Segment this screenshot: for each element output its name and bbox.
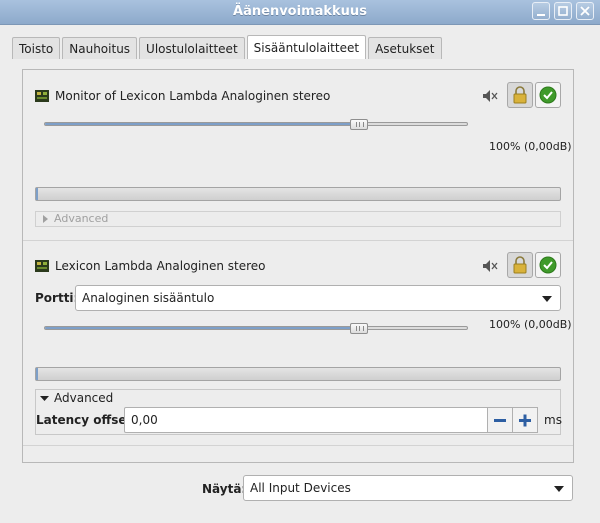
set-default-button[interactable]: [535, 82, 561, 108]
latency-offset-label: Latency offset:: [36, 413, 138, 427]
tab-playback[interactable]: Toisto: [12, 37, 61, 59]
lock-icon: [513, 256, 527, 274]
minimize-button[interactable]: [532, 2, 550, 20]
show-label: Näytä:: [202, 482, 247, 496]
latency-offset-input[interactable]: 0,00: [124, 407, 488, 433]
close-button[interactable]: [576, 2, 594, 20]
volume-slider[interactable]: [44, 119, 468, 130]
advanced-section: Advanced Latency offset: 0,00 ms: [35, 389, 562, 435]
device-name: Lexicon Lambda Analoginen stereo: [55, 259, 266, 273]
volume-slider-thumb[interactable]: [349, 119, 368, 130]
lock-channels-button[interactable]: [507, 82, 533, 108]
device-row-monitor: Monitor of Lexicon Lambda Analoginen ste…: [23, 70, 573, 227]
peak-meter: [35, 187, 561, 201]
volume-slider-thumb[interactable]: [349, 323, 368, 334]
volume-slider-fill: [45, 123, 359, 125]
minus-icon: [494, 419, 506, 422]
increase-latency-button[interactable]: [512, 407, 538, 433]
advanced-expander[interactable]: Advanced: [36, 390, 136, 406]
device-list-panel: Monitor of Lexicon Lambda Analoginen ste…: [22, 69, 574, 463]
maximize-button[interactable]: [554, 2, 572, 20]
window-title: Äänenvoimakkuus: [233, 4, 367, 19]
minimize-icon: [537, 14, 545, 16]
peak-meter-level: [36, 188, 38, 200]
tab-recording[interactable]: Nauhoitus: [62, 37, 138, 59]
tab-bar: Toisto Nauhoitus Ulostulolaitteet Sisään…: [12, 35, 444, 59]
volume-value-label: 100% (0,00dB): [489, 140, 572, 153]
tab-configuration[interactable]: Asetukset: [368, 37, 442, 59]
device-row-lexicon: Lexicon Lambda Analoginen stereo Portti:: [23, 240, 573, 460]
advanced-label: Advanced: [54, 212, 109, 225]
mute-speaker-icon[interactable]: [482, 259, 498, 273]
lock-channels-button[interactable]: [507, 252, 533, 278]
main-window: Toisto Nauhoitus Ulostulolaitteet Sisään…: [0, 25, 600, 523]
chevron-down-icon: [542, 296, 552, 302]
port-select-value: Analoginen sisääntulo: [82, 291, 215, 305]
tab-output-devices[interactable]: Ulostulolaitteet: [139, 37, 245, 59]
plus-icon: [519, 414, 531, 427]
show-devices-value: All Input Devices: [250, 481, 351, 495]
port-select[interactable]: Analoginen sisääntulo: [75, 285, 561, 311]
advanced-expander[interactable]: Advanced: [35, 211, 561, 227]
peak-meter: [35, 367, 561, 381]
latency-unit: ms: [544, 413, 562, 427]
chevron-down-icon: [554, 486, 564, 492]
volume-value-label: 100% (0,00dB): [489, 318, 572, 331]
volume-slider[interactable]: [44, 323, 468, 334]
sound-card-icon: [35, 260, 49, 272]
set-default-button[interactable]: [535, 252, 561, 278]
tab-input-devices[interactable]: Sisääntulolaitteet: [246, 35, 367, 59]
close-icon: [580, 6, 590, 16]
show-devices-select[interactable]: All Input Devices: [243, 475, 573, 501]
sound-card-icon: [35, 90, 49, 102]
advanced-label: Advanced: [54, 391, 114, 405]
decrease-latency-button[interactable]: [487, 407, 513, 433]
checkmark-icon: [539, 256, 557, 274]
title-bar: Äänenvoimakkuus: [0, 0, 600, 25]
expander-right-icon: [43, 215, 48, 223]
maximize-icon: [558, 6, 568, 16]
expander-down-icon: [40, 396, 49, 401]
port-label: Portti:: [35, 291, 79, 305]
mute-speaker-icon[interactable]: [482, 89, 498, 103]
checkmark-icon: [539, 86, 557, 104]
peak-meter-level: [36, 368, 38, 380]
lock-icon: [513, 86, 527, 104]
volume-slider-fill: [45, 327, 359, 329]
device-separator: [23, 445, 573, 446]
device-name: Monitor of Lexicon Lambda Analoginen ste…: [55, 89, 331, 103]
